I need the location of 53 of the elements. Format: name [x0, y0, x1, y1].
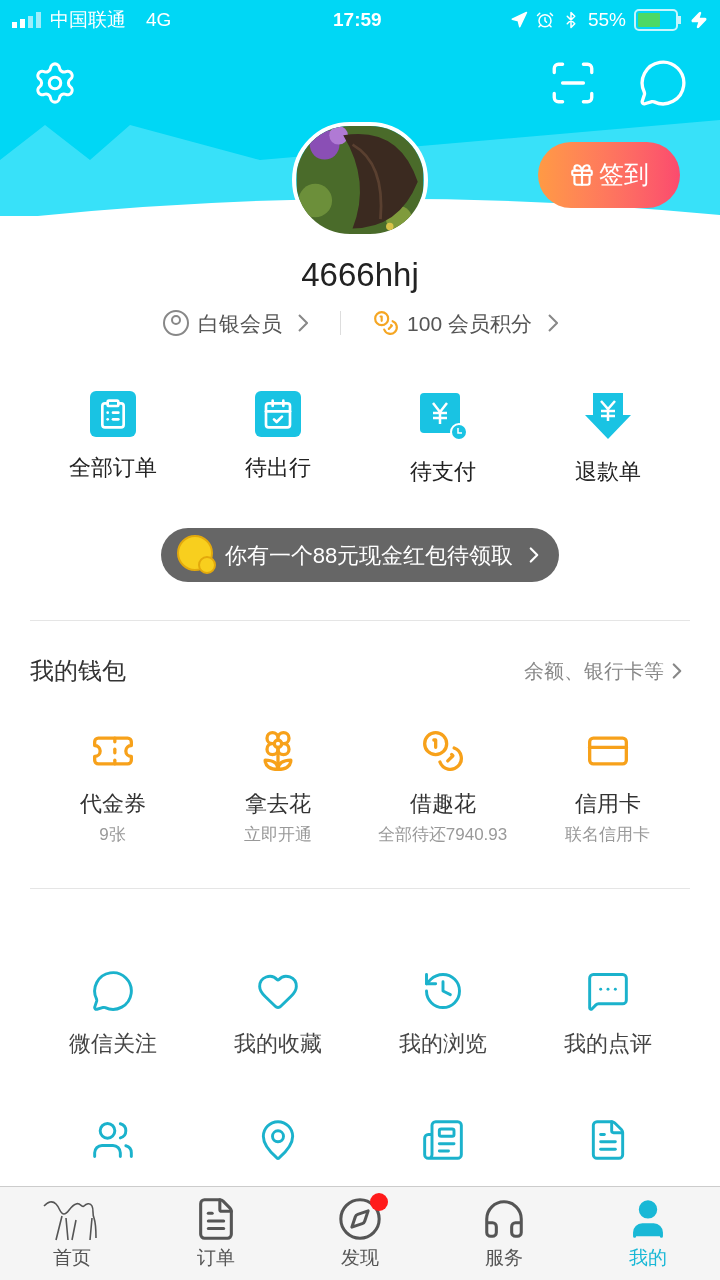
wallet-item-detail: 9张: [99, 824, 126, 846]
chevron-icon: [547, 314, 558, 333]
yen-arrow-icon: [582, 391, 633, 441]
service-shortcut[interactable]: 微信关注: [30, 968, 195, 1060]
wallet-item[interactable]: 借趣花 全部待还7940.93: [360, 729, 525, 848]
network-type: 4G: [146, 7, 172, 32]
wallet-item-label: 代金券: [79, 790, 146, 818]
wallet-item-label: 拿去花: [244, 790, 311, 818]
points-link[interactable]: 100 会员积分: [373, 307, 558, 339]
service-shortcut[interactable]: 我的收藏: [195, 968, 360, 1060]
membership-link[interactable]: 白银会员: [162, 307, 309, 339]
wallet-item-label: 信用卡: [574, 790, 641, 818]
wallet-item[interactable]: 拿去花 立即开通: [195, 729, 360, 848]
compass-icon: [337, 1195, 383, 1242]
wallet-item-detail: 全部待还7940.93: [377, 824, 508, 846]
yen-clock-icon: [417, 391, 468, 441]
calendar-check-icon: [254, 391, 301, 437]
member-badge-icon: [162, 309, 191, 338]
coins-icon: [420, 729, 465, 773]
order-shortcut[interactable]: 全部订单: [30, 391, 195, 488]
cash-bonus-banner[interactable]: 你有一个88元现金红包待领取: [160, 528, 560, 582]
service-shortcut[interactable]: 我的浏览: [360, 968, 525, 1060]
order-shortcut[interactable]: 待支付: [360, 391, 525, 488]
tab-item[interactable]: 服务: [432, 1187, 576, 1280]
order-shortcut[interactable]: 退款单: [525, 391, 690, 488]
wallet-title: 我的钱包: [30, 656, 126, 686]
chevron-icon: [298, 314, 309, 333]
document-icon[interactable]: [420, 1117, 465, 1162]
signal-icon: [12, 12, 42, 28]
carrier-name: 中国联通: [50, 7, 126, 32]
messages-button[interactable]: [638, 58, 688, 108]
wallet-item[interactable]: 代金券 9张: [30, 729, 195, 848]
tab-item[interactable]: 发现: [288, 1187, 432, 1280]
tab-item[interactable]: 订单: [144, 1187, 288, 1280]
wallet-item[interactable]: 信用卡 联名信用卡: [525, 729, 690, 848]
charging-icon: [690, 11, 708, 29]
tab-item[interactable]: 首页: [0, 1187, 144, 1280]
clipboard-icon: [89, 391, 136, 437]
battery-percent: 55%: [587, 7, 626, 32]
location-icon: [509, 11, 528, 29]
username: 4666hhj: [301, 255, 419, 295]
alarm-icon: [535, 11, 554, 29]
coins-icon: [373, 310, 400, 337]
gift-icon: [569, 162, 595, 188]
service-shortcut[interactable]: 我的点评: [525, 968, 690, 1060]
order-shortcut[interactable]: 待出行: [195, 391, 360, 488]
wallet-item-detail: 联名信用卡: [565, 824, 650, 846]
wallet-item-label: 借趣花: [409, 790, 476, 818]
battery-icon: [634, 9, 682, 31]
clock-time: 17:59: [333, 7, 382, 32]
wallet-link[interactable]: 余额、银行卡等: [524, 656, 690, 686]
wallet-item-detail: 立即开通: [243, 824, 312, 846]
coin-icon: [176, 535, 217, 575]
